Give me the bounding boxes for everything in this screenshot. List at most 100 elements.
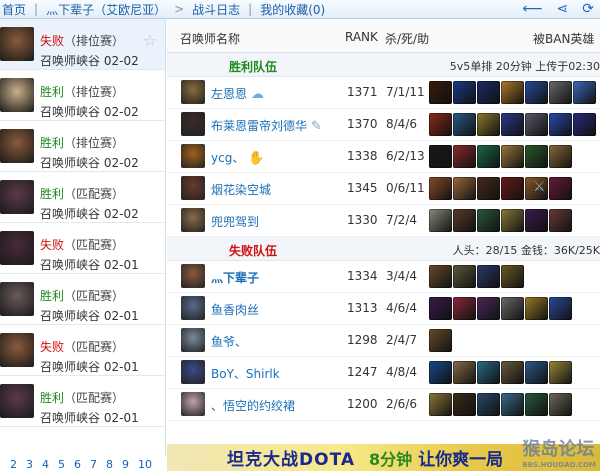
item-icon[interactable] [501, 393, 524, 416]
item-icon[interactable] [477, 81, 500, 104]
match-list-item[interactable]: 失败（匹配赛） 召唤师峡谷 02-01 [0, 325, 165, 376]
item-icon[interactable] [453, 177, 476, 200]
page-link[interactable]: 10 [138, 458, 152, 471]
item-icon[interactable] [477, 393, 500, 416]
refresh-icon[interactable]: ⟳ [582, 1, 594, 17]
player-row[interactable]: 兜兜驾到 1330 7/2/4 [167, 205, 600, 237]
item-icon[interactable] [429, 209, 452, 232]
item-icon[interactable] [549, 113, 572, 136]
match-list-item[interactable]: 胜利（排位赛） 召唤师峡谷 02-02 [0, 121, 165, 172]
item-icon[interactable] [477, 113, 500, 136]
item-icon[interactable] [429, 297, 452, 320]
item-icon[interactable] [549, 361, 572, 384]
item-icon[interactable] [429, 329, 452, 352]
breadcrumb-favorites[interactable]: 我的收藏(0) [258, 1, 327, 18]
page-link[interactable]: 5 [58, 458, 65, 471]
item-icon[interactable] [501, 265, 524, 288]
item-icon[interactable] [429, 177, 452, 200]
item-icon[interactable] [477, 361, 500, 384]
share-icon[interactable]: ⋖ [557, 1, 569, 17]
item-icon[interactable] [429, 265, 452, 288]
item-icon[interactable] [477, 265, 500, 288]
player-name[interactable]: 灬下辈子 [211, 269, 259, 286]
player-row[interactable]: ycg、 ✋ 1338 6/2/13 [167, 141, 600, 173]
item-icon[interactable] [501, 177, 524, 200]
player-row[interactable]: 、悟空的约绞裙 1200 2/6/6 [167, 389, 600, 421]
item-icon[interactable] [453, 393, 476, 416]
item-icon[interactable] [573, 113, 596, 136]
item-icon[interactable] [477, 209, 500, 232]
player-name[interactable]: 、悟空的约绞裙 [211, 397, 295, 414]
player-row[interactable]: 布莱恩雷帝刘德华 ✎ 1370 8/4/6 [167, 109, 600, 141]
player-name[interactable]: 鱼香肉丝 [211, 301, 259, 318]
page-link[interactable]: 9 [122, 458, 129, 471]
item-icon[interactable] [453, 113, 476, 136]
item-icon[interactable] [453, 81, 476, 104]
match-list-item[interactable]: 胜利（匹配赛） 召唤师峡谷 02-02 [0, 172, 165, 223]
item-icon[interactable] [429, 113, 452, 136]
item-icon[interactable] [429, 145, 452, 168]
item-icon[interactable] [477, 177, 500, 200]
breadcrumb-player[interactable]: 灬下辈子（艾欧尼亚） [44, 1, 168, 18]
item-icon[interactable] [549, 177, 572, 200]
player-row[interactable]: 灬下辈子 1334 3/4/4 [167, 261, 600, 293]
player-name[interactable]: BoY、Shirlk [211, 365, 280, 382]
item-icon[interactable] [525, 393, 548, 416]
item-icon[interactable] [429, 361, 452, 384]
page-link[interactable]: 6 [74, 458, 81, 471]
item-icon[interactable] [453, 297, 476, 320]
item-icon[interactable] [453, 265, 476, 288]
item-icon[interactable] [453, 361, 476, 384]
player-name[interactable]: 兜兜驾到 [211, 213, 259, 230]
item-icon[interactable] [525, 209, 548, 232]
breadcrumb-battle-log[interactable]: 战斗日志 [190, 1, 242, 18]
item-icon[interactable] [573, 81, 596, 104]
item-icon[interactable] [501, 361, 524, 384]
page-link[interactable]: 3 [26, 458, 33, 471]
player-name[interactable]: 烟花染空城 [211, 181, 271, 198]
item-icon[interactable] [525, 113, 548, 136]
item-icon[interactable] [501, 297, 524, 320]
item-icon[interactable] [501, 209, 524, 232]
player-row[interactable]: 烟花染空城 1345 0/6/11 ⚔ [167, 173, 600, 205]
player-name[interactable]: 鱼爷、 [211, 333, 247, 350]
player-name[interactable]: ycg、 ✋ [211, 149, 265, 166]
item-icon[interactable] [501, 113, 524, 136]
item-icon[interactable] [429, 81, 452, 104]
item-icon[interactable] [525, 297, 548, 320]
page-link[interactable]: 7 [90, 458, 97, 471]
item-icon[interactable] [549, 209, 572, 232]
item-icon[interactable] [477, 145, 500, 168]
match-list-item[interactable]: 胜利（匹配赛） 召唤师峡谷 02-01 [0, 274, 165, 325]
page-link[interactable]: 2 [10, 458, 17, 471]
breadcrumb-home[interactable]: 首页 [0, 1, 28, 18]
page-link[interactable]: 4 [42, 458, 49, 471]
item-icon[interactable] [549, 393, 572, 416]
item-icon[interactable] [549, 145, 572, 168]
item-icon[interactable] [549, 81, 572, 104]
item-icon[interactable] [501, 145, 524, 168]
item-icon[interactable] [525, 145, 548, 168]
match-list-item[interactable]: 胜利（排位赛） 召唤师峡谷 02-02 [0, 70, 165, 121]
match-list-item[interactable]: 失败（排位赛） 召唤师峡谷 02-02 ☆ [0, 19, 165, 70]
page-link[interactable]: 8 [106, 458, 113, 471]
favorite-star-icon[interactable]: ☆ [143, 31, 157, 50]
item-icon[interactable] [477, 297, 500, 320]
item-icon[interactable] [453, 209, 476, 232]
player-row[interactable]: BoY、Shirlk 1247 4/8/4 [167, 357, 600, 389]
player-name[interactable]: 布莱恩雷帝刘德华 ✎ [211, 117, 322, 134]
match-list-item[interactable]: 胜利（匹配赛） 召唤师峡谷 02-01 [0, 376, 165, 427]
item-icon[interactable] [525, 81, 548, 104]
player-row[interactable]: 左恩恩 ☁ 1371 7/1/11 [167, 77, 600, 109]
back-arrow-icon[interactable]: ⟵ [522, 1, 542, 17]
player-row[interactable]: 鱼爷、 1298 2/4/7 [167, 325, 600, 357]
item-icon[interactable] [501, 81, 524, 104]
player-row[interactable]: 鱼香肉丝 1313 4/6/4 [167, 293, 600, 325]
ad-banner[interactable]: 坦克大战DOTA 8分钟 让你爽一局 猴岛论坛 BBS.HOUDAO.COM [167, 439, 600, 471]
item-icon[interactable] [525, 361, 548, 384]
item-icon[interactable] [429, 393, 452, 416]
match-list-item[interactable]: 失败（匹配赛） 召唤师峡谷 02-01 [0, 223, 165, 274]
item-icon[interactable] [549, 297, 572, 320]
player-name[interactable]: 左恩恩 ☁ [211, 85, 264, 102]
item-icon[interactable] [453, 145, 476, 168]
